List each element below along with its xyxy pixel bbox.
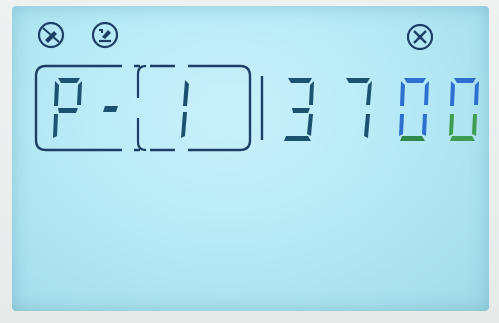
segment-display: P - 1 3 7 0 0 bbox=[30, 58, 489, 158]
value-digit-1 bbox=[284, 78, 314, 141]
program-number-digit bbox=[181, 80, 189, 138]
device-bezel: P - 1 3 7 0 0 bbox=[0, 0, 499, 323]
settings-tool-icon bbox=[403, 20, 437, 54]
program-letter-digit bbox=[53, 78, 82, 138]
separator-digit bbox=[103, 106, 118, 112]
lcd-panel: P - 1 3 7 0 0 bbox=[12, 6, 489, 311]
no-hammer-icon bbox=[88, 18, 122, 52]
value-digit-2 bbox=[346, 78, 372, 138]
value-digit-3 bbox=[399, 78, 429, 141]
value-digit-4 bbox=[449, 78, 479, 141]
no-pencil-icon bbox=[34, 18, 68, 52]
